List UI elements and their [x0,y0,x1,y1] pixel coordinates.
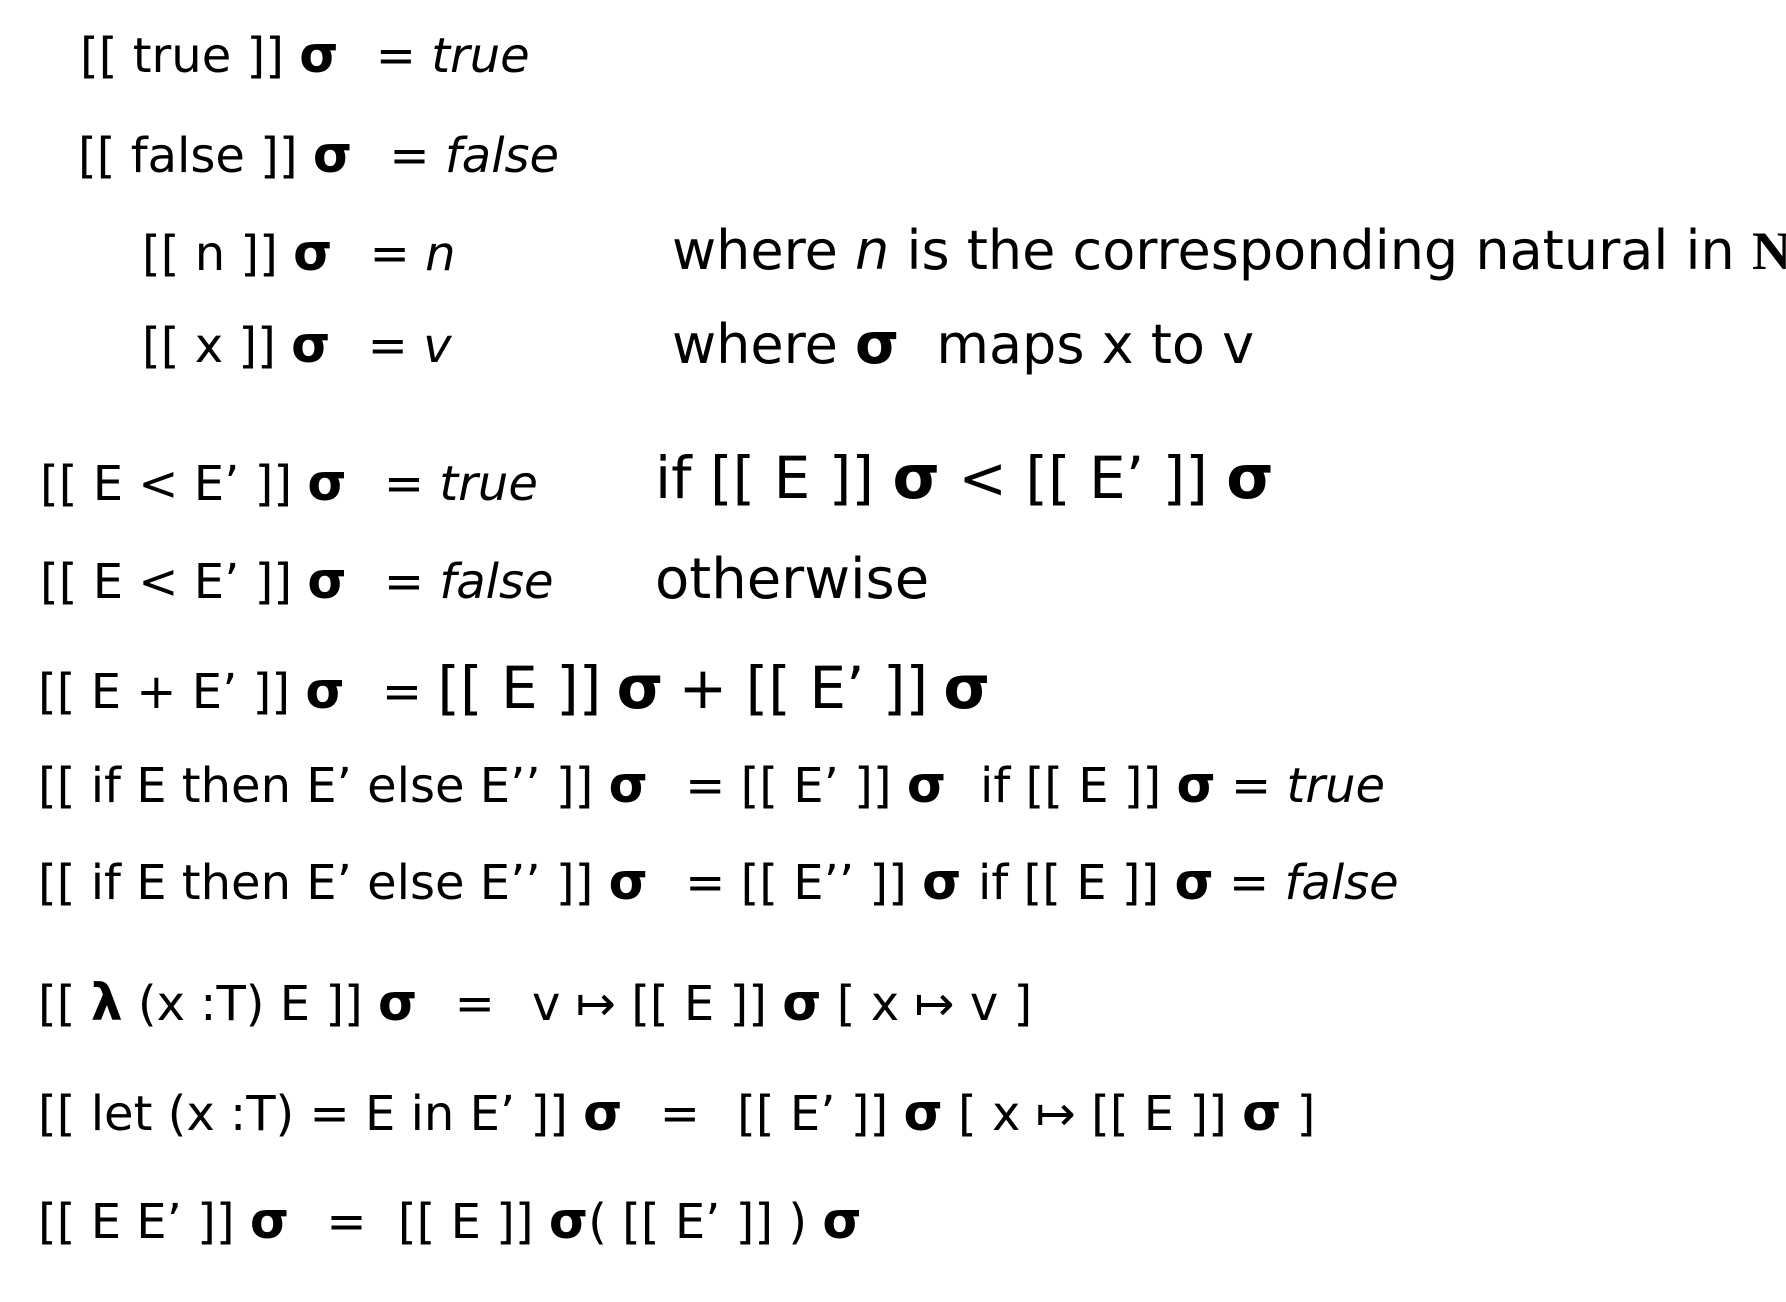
rule-if-true: [[ if E then E’ else E’’ ]] σ = [[ E’ ]]… [38,755,947,814]
rule-true-rhs: true [431,28,530,84]
equals: = [369,226,410,282]
sigma-symbol: σ [608,755,648,814]
rule-x: [[ x ]] σ = v [142,319,452,370]
sigma-symbol: σ [822,1191,862,1250]
sigma-symbol: σ [903,1083,943,1142]
sigma-symbol: σ [892,442,940,513]
rule-x-where: where σ maps x to v [672,311,1255,377]
sigma-symbol: σ [307,453,347,512]
sigma-symbol: σ [1174,852,1214,911]
sigma-symbol: σ [249,1191,290,1250]
rule-false-lhs: [[ false ]] [78,128,298,184]
equals: = [375,28,416,84]
rule-plus: [[ E + E’ ]] σ = [[ E ]] σ + [[ E’ ]] σ [38,653,991,723]
rule-if-false: [[ if E then E’ else E’’ ]] σ = [[ E’’ ]… [38,852,962,911]
sigma-symbol: σ [293,223,333,282]
rule-lt-true-cond: if [[ E ]] σ < [[ E’ ]] σ [655,442,1274,513]
semantics-page: { "sigma": "σ", "lines": { "true_lhs": "… [0,0,1786,1302]
sigma-symbol: σ [922,852,962,911]
rule-n-where: where n is the corresponding natural in … [672,221,1786,281]
sigma-symbol: σ [616,653,664,723]
rule-application: [[ E E’ ]] σ = [[ E ]] σ( [[ E’ ]] ) σ [38,1191,862,1250]
lambda-symbol: λ [90,973,123,1032]
rule-false-rhs: false [444,128,560,184]
sigma-symbol: σ [307,551,347,610]
sigma-symbol: σ [943,653,991,723]
rule-false: [[ false ]] σ = false [78,129,559,180]
rule-if-true-cond: if [[ E ]] σ = true [980,755,1386,814]
rule-true: [[ true ]] σ = true [80,29,530,80]
sigma-symbol: σ [583,1083,623,1142]
sigma-symbol: σ [299,25,339,84]
naturals-symbol: N [1751,221,1786,281]
rule-let: [[ let (x :T) = E in E’ ]] σ = [[ E’ ]] … [38,1083,1316,1142]
rule-if-false-cond: if [[ E ]] σ = false [978,852,1399,911]
sigma-symbol: σ [548,1191,589,1250]
sigma-symbol: σ [312,125,353,184]
sigma-symbol: σ [782,973,822,1032]
rule-lt-false-cond: otherwise [655,547,930,612]
rule-n: [[ n ]] σ = n [142,227,456,278]
rule-lambda: [[ λ (x :T) E ]] σ = v ↦ [[ E ]] σ [ x ↦… [38,973,1033,1032]
rule-n-rhs: n [425,226,456,282]
sigma-symbol: σ [906,755,947,814]
rule-n-lhs: [[ n ]] [142,226,278,282]
rule-lt-true: [[ E < E’ ]] σ = true [40,453,538,512]
equals: = [389,128,430,184]
sigma-symbol: σ [378,973,418,1032]
rule-true-lhs: [[ true ]] [80,28,284,84]
equals: = [367,318,408,374]
rule-x-rhs: v [423,318,452,374]
rule-x-lhs: [[ x ]] [142,318,276,374]
sigma-symbol: σ [855,311,900,377]
sigma-symbol: σ [1226,442,1274,513]
sigma-symbol: σ [1242,1083,1282,1142]
sigma-symbol: σ [291,315,331,374]
sigma-symbol: σ [305,661,345,720]
rule-lt-false: [[ E < E’ ]] σ = false [40,551,554,610]
sigma-symbol: σ [608,852,648,911]
sigma-symbol: σ [1176,755,1216,814]
